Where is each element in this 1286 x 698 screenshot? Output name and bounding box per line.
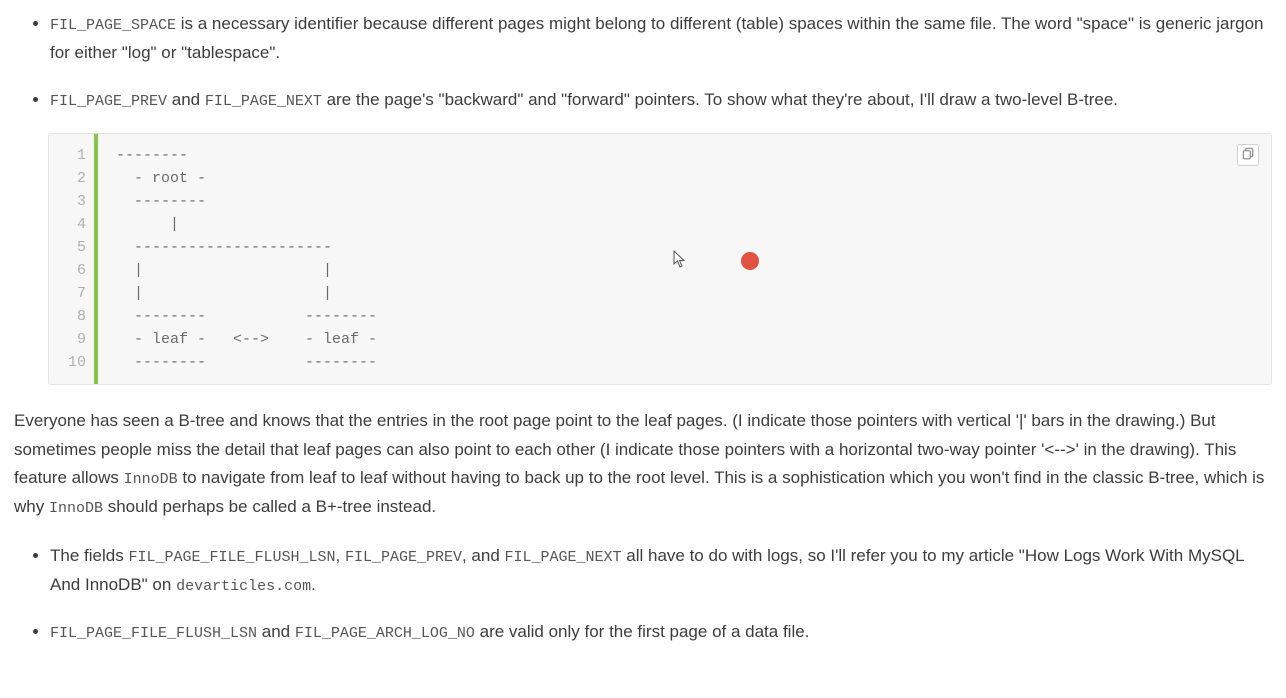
paragraph-text: should perhaps be called a B+-tree inste… (103, 497, 436, 516)
code-token: FIL_PAGE_PREV (50, 93, 167, 110)
code-token: FIL_PAGE_NEXT (505, 549, 622, 566)
line-number-gutter: 1 2 3 4 5 6 7 8 9 10 (49, 144, 94, 374)
line-number: 4 (49, 213, 86, 236)
paragraph: Everyone has seen a B-tree and knows tha… (14, 407, 1272, 523)
bullet-text: and (167, 90, 205, 109)
bullet-text: is a necessary identifier because differ… (50, 14, 1263, 62)
bullet-text: , and (462, 546, 505, 565)
recording-dot (741, 252, 759, 270)
bullet-text: The fields (50, 546, 128, 565)
line-number: 9 (49, 328, 86, 351)
code-token: FIL_PAGE_PREV (345, 549, 462, 566)
bullet-text: . (311, 575, 316, 594)
bullet-item: FIL_PAGE_SPACE is a necessary identifier… (50, 10, 1272, 68)
bullet-text: are the page's "backward" and "forward" … (322, 90, 1118, 109)
line-number: 7 (49, 282, 86, 305)
top-bullet-list: FIL_PAGE_SPACE is a necessary identifier… (14, 10, 1272, 115)
code-token: FIL_PAGE_ARCH_LOG_NO (295, 625, 475, 642)
bullet-text: and (257, 622, 295, 641)
code-token: FIL_PAGE_SPACE (50, 17, 176, 34)
line-number: 3 (49, 190, 86, 213)
code-token: FIL_PAGE_FILE_FLUSH_LSN (128, 549, 335, 566)
line-number: 6 (49, 259, 86, 282)
code-token: FIL_PAGE_FILE_FLUSH_LSN (50, 625, 257, 642)
bullet-item: FIL_PAGE_PREV and FIL_PAGE_NEXT are the … (50, 86, 1272, 115)
code-token: FIL_PAGE_NEXT (205, 93, 322, 110)
code-block: 1 2 3 4 5 6 7 8 9 10 -------- - root - -… (48, 133, 1272, 385)
document-body: FIL_PAGE_SPACE is a necessary identifier… (0, 0, 1286, 695)
line-number: 10 (49, 351, 86, 374)
bottom-bullet-list: The fields FIL_PAGE_FILE_FLUSH_LSN, FIL_… (14, 542, 1272, 647)
code-content: -------- - root - -------- | -----------… (94, 144, 377, 374)
line-number: 1 (49, 144, 86, 167)
bullet-text: are valid only for the first page of a d… (475, 622, 810, 641)
bullet-item: The fields FIL_PAGE_FILE_FLUSH_LSN, FIL_… (50, 542, 1272, 600)
bullet-item: FIL_PAGE_FILE_FLUSH_LSN and FIL_PAGE_ARC… (50, 618, 1272, 647)
line-number: 5 (49, 236, 86, 259)
line-number: 8 (49, 305, 86, 328)
code-token: devarticles.com (176, 578, 311, 595)
bullet-text: , (335, 546, 344, 565)
code-token: InnoDB (49, 500, 103, 517)
line-number: 2 (49, 167, 86, 190)
code-token: InnoDB (124, 471, 178, 488)
